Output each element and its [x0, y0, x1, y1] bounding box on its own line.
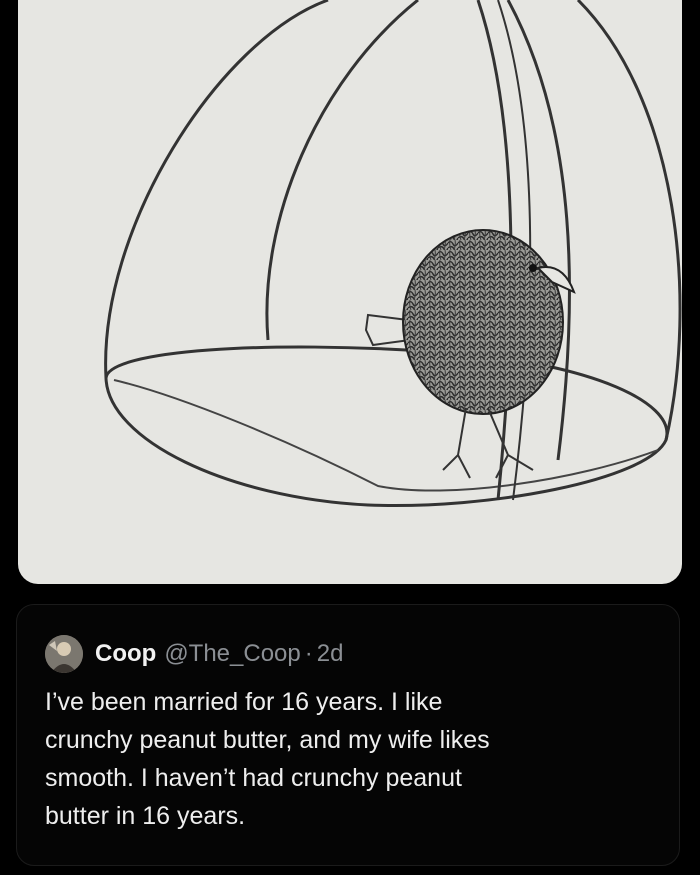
- tweet-card[interactable]: Coop @The_Coop · 2d I’ve been married fo…: [16, 604, 680, 866]
- avatar[interactable]: [45, 635, 83, 673]
- separator-dot: ·: [304, 640, 313, 667]
- attached-image[interactable]: [18, 0, 682, 584]
- bird-in-cage-drawing: [104, 0, 682, 508]
- tweet-text-line: butter in 16 years.: [45, 802, 246, 830]
- timestamp[interactable]: 2d: [317, 638, 344, 670]
- tweet-text-line: smooth. I haven’t had crunchy peanut: [45, 764, 462, 792]
- tweet-header: Coop @The_Coop · 2d: [45, 635, 343, 673]
- avatar-icon: [45, 635, 83, 673]
- display-name[interactable]: Coop: [95, 638, 156, 670]
- handle[interactable]: @The_Coop: [164, 638, 300, 670]
- tweet-text-line: crunchy peanut butter, and my wife likes: [45, 726, 490, 754]
- tweet-text: I’ve been married for 16 years. I like c…: [45, 683, 655, 835]
- tweet-text-line: I’ve been married for 16 years. I like: [45, 688, 443, 716]
